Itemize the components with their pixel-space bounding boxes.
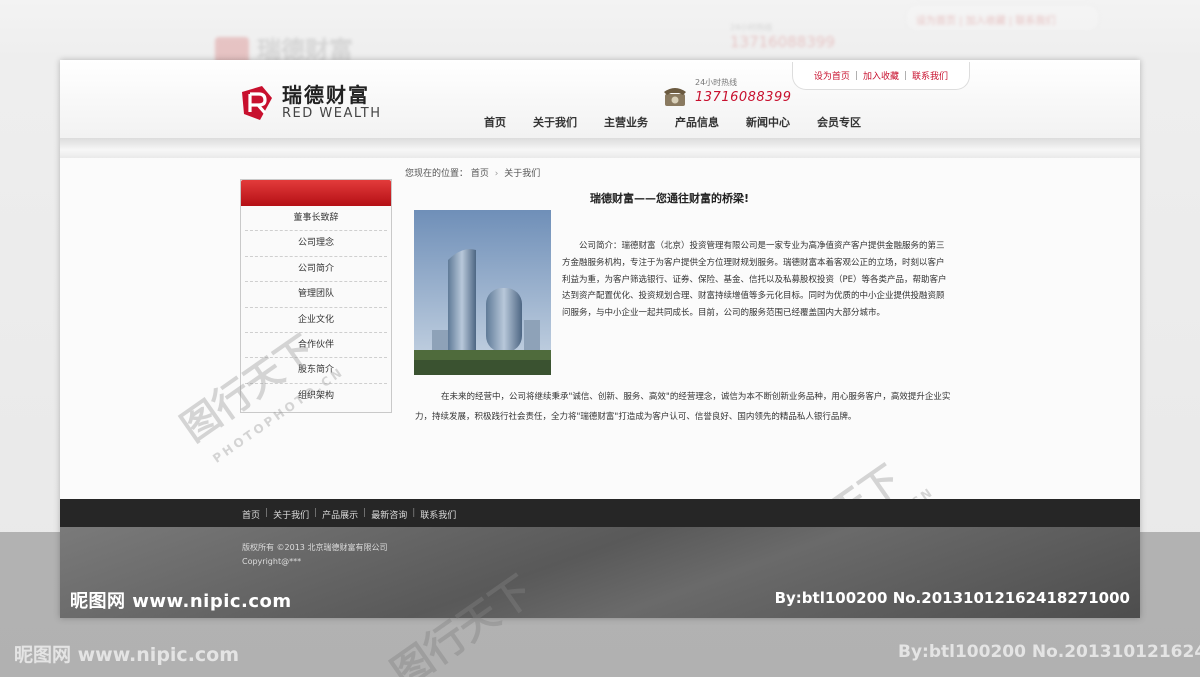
separator: | <box>363 508 367 518</box>
breadcrumb-prefix: 您现在的位置： <box>405 169 469 179</box>
footer-nav: 首页 | 关于我们 | 产品展示 | 最新咨询 | 联系我们 <box>60 499 1140 527</box>
article-paragraph-1: 公司简介：瑞德财富（北京）投资管理有限公司是一家专业为高净值资产客户提供金融服务… <box>562 241 947 319</box>
footer: 版权所有 ©2013 北京瑞德财富有限公司 Copyright@*** <box>60 527 1140 618</box>
brand-name-en: RED WEALTH <box>282 106 382 121</box>
sidebar-item-team[interactable]: 管理团队 <box>245 282 387 308</box>
footer-link-home[interactable]: 首页 <box>242 508 260 521</box>
nipic-watermark-outer-left: 昵图网 www.nipic.com <box>14 644 240 666</box>
article-paragraph-2: 在未来的经营中，公司将继续秉承"诚信、创新、服务、高效"的经营理念，诚信为本不断… <box>415 392 951 422</box>
nav-about[interactable]: 关于我们 <box>533 114 577 130</box>
copyright: 版权所有 ©2013 北京瑞德财富有限公司 Copyright@*** <box>242 541 387 569</box>
main-content: 您现在的位置： 首页 › 关于我们 董事长致辞 公司理念 公司简介 管理团队 企… <box>60 158 1140 586</box>
brand-logo[interactable]: 瑞德财富 RED WEALTH <box>240 84 382 122</box>
sidebar-item-chairman[interactable]: 董事长致辞 <box>245 206 387 232</box>
separator: | <box>904 70 908 81</box>
set-homepage-link[interactable]: 设为首页 <box>814 69 850 82</box>
separator: | <box>412 508 416 518</box>
backdrop-hotline: 24小时热线 13716088399 <box>730 23 835 51</box>
nav-business[interactable]: 主营业务 <box>604 114 648 130</box>
hotline: 24小时热线 13716088399 <box>662 78 791 108</box>
top-links: 设为首页 | 加入收藏 | 联系我们 <box>792 62 970 90</box>
contact-us-link[interactable]: 联系我们 <box>912 69 948 82</box>
telephone-icon <box>664 88 686 106</box>
footer-link-news[interactable]: 最新咨询 <box>371 508 407 521</box>
nav-products[interactable]: 产品信息 <box>675 114 719 130</box>
copyright-text-2: Copyright@*** <box>242 557 302 566</box>
nipic-watermark-outer-right: By:btl100200 No.201310121624 <box>898 642 1200 662</box>
nav-members[interactable]: 会员专区 <box>817 114 861 130</box>
hotline-number: 13716088399 <box>695 90 792 105</box>
header-divider <box>60 138 1140 158</box>
website-page: 瑞德财富 RED WEALTH 24小时热线 13716088399 设为首页 … <box>60 60 1140 618</box>
sidebar-item-profile[interactable]: 公司简介 <box>245 257 387 283</box>
backdrop-top-links: 设为首页 | 加入收藏 | 联系我们 <box>905 4 1100 32</box>
copyright-text: 版权所有 ©2013 北京瑞德财富有限公司 <box>242 543 388 552</box>
add-favorite-link[interactable]: 加入收藏 <box>863 69 899 82</box>
separator: | <box>265 508 269 518</box>
sidebar-header <box>241 180 391 206</box>
footer-link-contact[interactable]: 联系我们 <box>420 508 456 521</box>
footer-link-about[interactable]: 关于我们 <box>273 508 309 521</box>
breadcrumb: 您现在的位置： 首页 › 关于我们 <box>405 166 540 179</box>
nav-news[interactable]: 新闻中心 <box>746 114 790 130</box>
office-building-image <box>414 210 551 375</box>
separator: | <box>854 70 858 81</box>
brand-name-cn: 瑞德财富 <box>282 83 370 107</box>
footer-link-products[interactable]: 产品展示 <box>322 508 358 521</box>
breadcrumb-home[interactable]: 首页 <box>471 169 489 179</box>
chevron-right-icon: › <box>494 169 499 179</box>
separator: | <box>314 508 318 518</box>
breadcrumb-about[interactable]: 关于我们 <box>504 169 540 179</box>
nav-home[interactable]: 首页 <box>484 114 506 130</box>
site-header: 瑞德财富 RED WEALTH 24小时热线 13716088399 设为首页 … <box>60 60 1140 138</box>
main-nav: 首页 关于我们 主营业务 产品信息 新闻中心 会员专区 <box>484 114 888 130</box>
sidebar-item-philosophy[interactable]: 公司理念 <box>245 231 387 257</box>
red-wealth-logo-icon <box>242 86 272 120</box>
sidebar-item-culture[interactable]: 企业文化 <box>245 308 387 333</box>
article-title: 瑞德财富——您通往财富的桥梁! <box>590 192 750 205</box>
hotline-label: 24小时热线 <box>695 78 738 87</box>
